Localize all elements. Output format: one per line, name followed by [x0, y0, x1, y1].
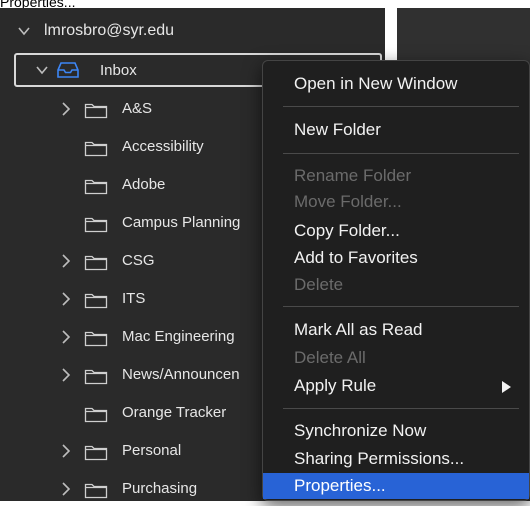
- account-row[interactable]: lmrosbro@syr.edu: [0, 12, 385, 50]
- menu-item-synchronize-now[interactable]: Synchronize Now: [263, 418, 529, 444]
- menu-item-apply-rule[interactable]: Apply Rule: [263, 373, 529, 399]
- folder-icon: [84, 445, 108, 461]
- chevron-right-icon[interactable]: [60, 330, 72, 344]
- menu-item-mark-all-as-read[interactable]: Mark All as Read: [263, 317, 529, 343]
- sidebar-item-label: Campus Planning: [122, 214, 241, 231]
- sidebar-item-label: News/Announcen: [122, 366, 240, 383]
- sidebar-item-label: Inbox: [100, 62, 137, 79]
- menu-separator: [283, 153, 519, 154]
- context-menu: Open in New Window New Folder Rename Fol…: [262, 60, 530, 501]
- menu-item-move-folder: Move Folder...: [294, 192, 402, 211]
- menu-item-delete: Delete: [294, 275, 344, 294]
- menu-item-delete-all: Delete All: [294, 348, 366, 367]
- sidebar-item-label: A&S: [122, 100, 153, 117]
- sidebar-item-label: Orange Tracker: [122, 404, 227, 421]
- inbox-tray-icon: [57, 62, 79, 78]
- sidebar-item-label: Personal: [122, 442, 182, 459]
- folder-icon: [84, 255, 108, 271]
- sidebar-item-label: ITS: [122, 290, 146, 307]
- menu-item-label: Apply Rule: [294, 376, 377, 395]
- folder-icon: [84, 293, 108, 309]
- menu-item-properties[interactable]: Properties...: [263, 473, 529, 499]
- chevron-right-icon[interactable]: [60, 292, 72, 306]
- chevron-down-icon[interactable]: [18, 25, 30, 37]
- menu-separator: [283, 106, 519, 107]
- menu-item-new-folder[interactable]: New Folder: [263, 117, 529, 143]
- folder-icon: [84, 369, 108, 385]
- chevron-right-icon[interactable]: [60, 482, 72, 496]
- sidebar-item-label: Adobe: [122, 176, 166, 193]
- menu-separator: [283, 306, 519, 307]
- menu-item-rename-folder: Rename Folder: [294, 166, 412, 185]
- sidebar-item-label: Purchasing: [122, 480, 198, 497]
- chevron-right-icon[interactable]: [60, 368, 72, 382]
- menu-item-copy-folder[interactable]: Copy Folder...: [263, 218, 529, 244]
- chevron-right-icon[interactable]: [60, 254, 72, 268]
- chevron-right-icon[interactable]: [60, 444, 72, 458]
- menu-item-add-to-favorites[interactable]: Add to Favorites: [263, 245, 529, 271]
- submenu-arrow-icon: [502, 381, 511, 393]
- chevron-down-icon[interactable]: [36, 64, 48, 76]
- sidebar-item-label: CSG: [122, 252, 155, 269]
- folder-icon: [84, 141, 108, 157]
- account-label: lmrosbro@syr.edu: [44, 22, 175, 39]
- folder-icon: [84, 179, 108, 195]
- folder-icon: [84, 103, 108, 119]
- folder-icon: [84, 483, 108, 499]
- menu-separator: [283, 408, 519, 409]
- folder-icon: [84, 217, 108, 233]
- menu-item-sharing-permissions[interactable]: Sharing Permissions...: [263, 446, 529, 472]
- sidebar-item-label: Mac Engineering: [122, 328, 235, 345]
- folder-icon: [84, 331, 108, 347]
- menu-item-open-in-new-window[interactable]: Open in New Window: [263, 71, 529, 97]
- folder-icon: [84, 407, 108, 423]
- chevron-right-icon[interactable]: [60, 102, 72, 116]
- sidebar-item-label: Accessibility: [122, 138, 204, 155]
